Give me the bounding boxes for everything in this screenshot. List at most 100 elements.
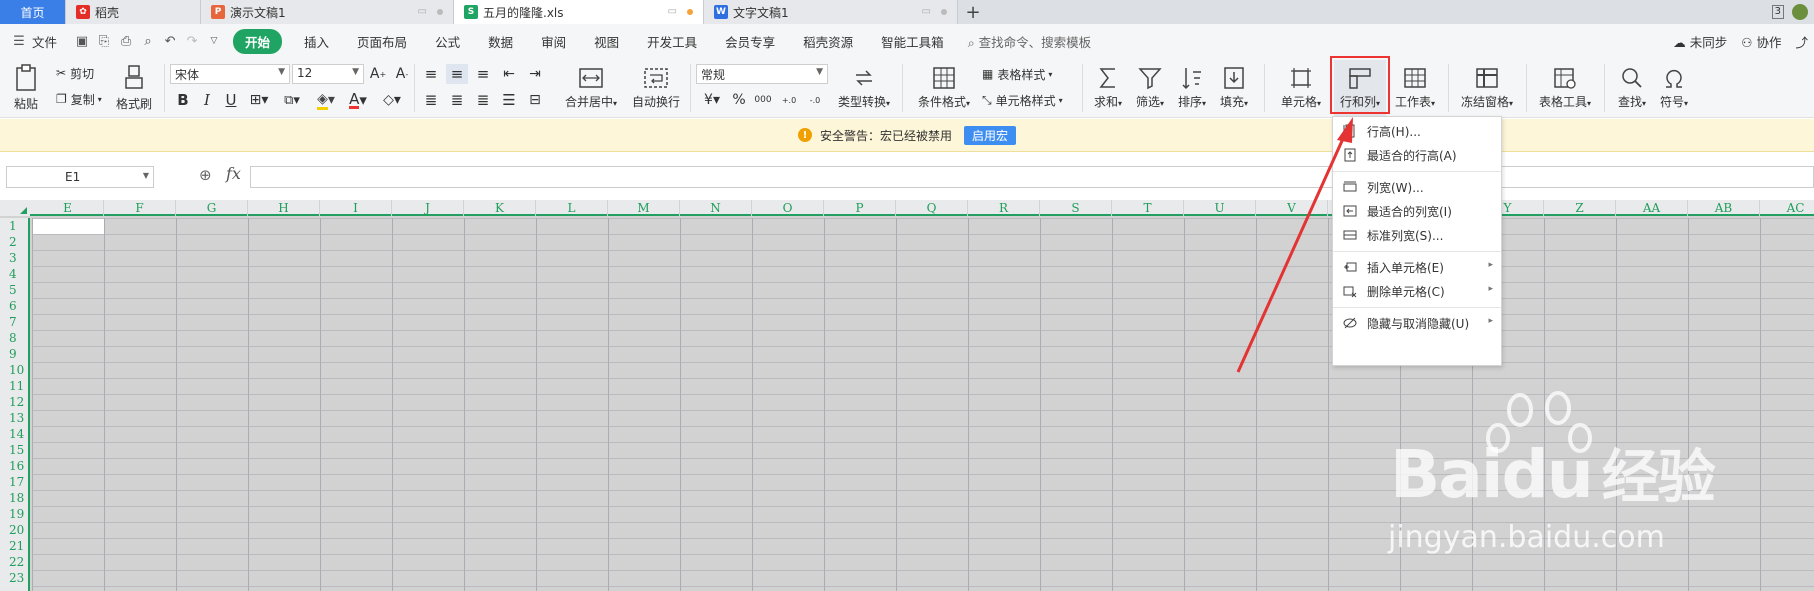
menu-item-insert-cells[interactable]: 插入单元格(E) ▸ xyxy=(1333,256,1501,278)
border-icon[interactable]: ⊞▾ xyxy=(246,90,272,110)
menu-daoke-resources[interactable]: 稻壳资源 xyxy=(789,32,867,51)
increase-decimal-icon[interactable]: +.0 xyxy=(778,90,800,110)
currency-icon[interactable]: ¥▾ xyxy=(698,90,726,110)
menu-page-layout[interactable]: 页面布局 xyxy=(343,32,421,51)
wrap-text-button[interactable]: 自动换行 xyxy=(628,60,684,116)
font-color-icon[interactable]: A ▾ xyxy=(344,90,372,110)
distribute-icon[interactable]: ⊟ xyxy=(524,90,546,110)
column-header-aa[interactable]: AA xyxy=(1616,200,1688,216)
row-header-10[interactable]: 10 xyxy=(0,362,28,378)
column-header-o[interactable]: O xyxy=(752,200,824,216)
sort-button[interactable]: 排序▾ xyxy=(1172,60,1212,116)
name-box[interactable]: E1 ▼ xyxy=(6,166,154,188)
share-icon[interactable]: ⤴ xyxy=(1795,32,1808,51)
row-header-6[interactable]: 6 xyxy=(0,298,28,314)
tab-home[interactable]: 首页 xyxy=(0,0,66,24)
tab-document[interactable]: W 文字文稿1 ▭ xyxy=(704,0,958,24)
column-header-ac[interactable]: AC xyxy=(1760,200,1814,216)
font-name-select[interactable]: 宋体 ▼ xyxy=(170,64,290,84)
row-header-13[interactable]: 13 xyxy=(0,410,28,426)
hamburger-icon[interactable]: ☰ xyxy=(8,30,30,52)
window-count-badge[interactable]: 3 xyxy=(1771,5,1784,19)
select-all-corner[interactable] xyxy=(0,200,30,216)
menu-developer[interactable]: 开发工具 xyxy=(633,32,711,51)
increase-indent-icon[interactable]: ⇥ xyxy=(524,64,546,84)
underline-icon[interactable]: U xyxy=(222,90,240,110)
row-header-17[interactable]: 17 xyxy=(0,474,28,490)
row-header-12[interactable]: 12 xyxy=(0,394,28,410)
row-header-19[interactable]: 19 xyxy=(0,506,28,522)
increase-font-icon[interactable]: A + xyxy=(368,64,388,84)
print-preview-icon[interactable]: ⌕ xyxy=(137,30,159,52)
fill-color-icon[interactable]: ◈ ▾ xyxy=(312,90,340,110)
export-pdf-icon[interactable]: ⎘ xyxy=(93,30,115,52)
column-header-l[interactable]: L xyxy=(536,200,608,216)
column-header-k[interactable]: K xyxy=(464,200,536,216)
row-header-15[interactable]: 15 xyxy=(0,442,28,458)
menu-item-standard-col-width[interactable]: 标准列宽(S)... xyxy=(1333,224,1501,246)
tab-daoke[interactable]: ✿ 稻壳 xyxy=(66,0,201,24)
cell-button[interactable]: 单元格▾ xyxy=(1276,60,1326,116)
column-header-h[interactable]: H xyxy=(248,200,320,216)
decrease-font-icon[interactable]: A- xyxy=(392,64,412,84)
row-header-5[interactable]: 5 xyxy=(0,282,28,298)
clear-icon[interactable]: ◇▾ xyxy=(378,90,406,110)
active-cell[interactable] xyxy=(33,219,104,234)
formula-input[interactable] xyxy=(250,166,1814,188)
column-header-r[interactable]: R xyxy=(968,200,1040,216)
italic-icon[interactable]: I xyxy=(198,90,216,110)
align-middle-icon[interactable]: ≡ xyxy=(446,64,468,84)
save-icon[interactable]: ▣ xyxy=(71,30,93,52)
menu-formula[interactable]: 公式 xyxy=(421,32,474,51)
table-tools-button[interactable]: 表格工具▾ xyxy=(1534,60,1596,116)
column-header-p[interactable]: P xyxy=(824,200,896,216)
menu-item-row-height[interactable]: 行高(H)... xyxy=(1333,120,1501,142)
row-header-9[interactable]: 9 xyxy=(0,346,28,362)
row-header-11[interactable]: 11 xyxy=(0,378,28,394)
row-header-8[interactable]: 8 xyxy=(0,330,28,346)
align-top-icon[interactable]: ≡ xyxy=(420,64,442,84)
row-header-23[interactable]: 23 xyxy=(0,570,28,586)
align-bottom-icon[interactable]: ≡ xyxy=(472,64,494,84)
menu-home[interactable]: 开始 xyxy=(233,28,283,54)
row-header-16[interactable]: 16 xyxy=(0,458,28,474)
function-icon[interactable]: fx xyxy=(226,164,241,183)
add-tab-button[interactable]: + xyxy=(958,0,988,24)
column-header-v[interactable]: V xyxy=(1256,200,1328,216)
menu-view[interactable]: 视图 xyxy=(580,32,633,51)
column-header-m[interactable]: M xyxy=(608,200,680,216)
cell-fill-style-icon[interactable]: ⧉▾ xyxy=(278,90,306,110)
merge-center-button[interactable]: 合并居中▾ xyxy=(556,60,626,116)
symbol-button[interactable]: 符号▾ xyxy=(1654,60,1694,116)
conditional-format-button[interactable]: 条件格式▾ xyxy=(912,60,976,116)
sync-status[interactable]: ☁ 未同步 xyxy=(1673,32,1727,51)
tab-spreadsheet-active[interactable]: S 五月的隆隆.xls ▭ xyxy=(454,0,704,24)
number-format-select[interactable]: 常规 ▼ xyxy=(696,64,828,84)
row-header-14[interactable]: 14 xyxy=(0,426,28,442)
copy-button[interactable]: ❐ 复制 ▾ xyxy=(56,90,102,108)
menu-smart-toolbox[interactable]: 智能工具箱 xyxy=(867,32,958,51)
menu-item-autofit-col-width[interactable]: 最适合的列宽(I) xyxy=(1333,200,1501,222)
sheet-grid[interactable]: EFGHIJKLMNOPQRSTUVWXYZAAABAC 12345678910… xyxy=(0,200,1814,591)
bold-icon[interactable]: B xyxy=(174,90,192,110)
decrease-indent-icon[interactable]: ⇤ xyxy=(498,64,520,84)
tab-presentation[interactable]: P 演示文稿1 ▭ xyxy=(201,0,454,24)
column-header-z[interactable]: Z xyxy=(1544,200,1616,216)
row-header-3[interactable]: 3 xyxy=(0,250,28,266)
row-header-7[interactable]: 7 xyxy=(0,314,28,330)
cell-style-button[interactable]: ⤡ 单元格样式 ▾ xyxy=(982,90,1063,110)
avatar[interactable] xyxy=(1792,4,1808,20)
row-header-22[interactable]: 22 xyxy=(0,554,28,570)
menu-item-autofit-row-height[interactable]: 最适合的行高(A) xyxy=(1333,144,1501,166)
column-header-f[interactable]: F xyxy=(104,200,176,216)
menu-member[interactable]: 会员专享 xyxy=(711,32,789,51)
row-header-4[interactable]: 4 xyxy=(0,266,28,282)
column-header-ab[interactable]: AB xyxy=(1688,200,1760,216)
print-icon[interactable]: ⎙ xyxy=(115,30,137,52)
column-header-u[interactable]: U xyxy=(1184,200,1256,216)
freeze-panes-button[interactable]: 冻结窗格▾ xyxy=(1456,60,1518,116)
menu-data[interactable]: 数据 xyxy=(474,32,527,51)
undo-icon[interactable]: ↶ xyxy=(159,30,181,52)
column-header-i[interactable]: I xyxy=(320,200,392,216)
align-left-icon[interactable]: ≣ xyxy=(420,90,442,110)
